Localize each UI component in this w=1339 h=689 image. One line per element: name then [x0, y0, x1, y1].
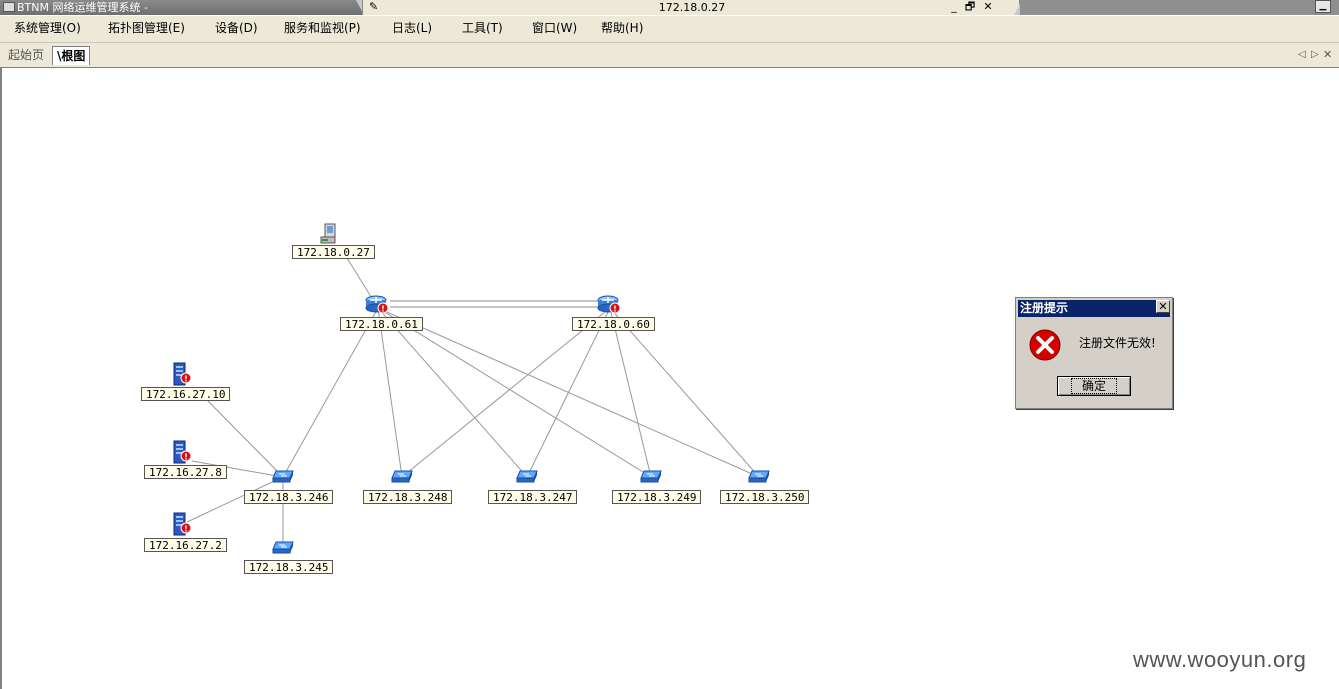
switch-icon[interactable] [272, 541, 294, 558]
menu-service-monitor[interactable]: 服务和监视(P) [284, 20, 361, 36]
title-right-area: ▁ [1020, 0, 1339, 15]
svg-text:!: ! [184, 375, 188, 384]
menu-help[interactable]: 帮助(H) [601, 20, 643, 36]
link-r2-sw247 [526, 307, 611, 478]
router-icon[interactable]: ! [365, 294, 391, 319]
app-title-area: BTNM 网络运维管理系统 - [0, 0, 362, 15]
menu-device[interactable]: 设备(D) [215, 20, 258, 36]
restore-button[interactable]: 🗗 [963, 0, 977, 14]
node-label[interactable]: 172.18.3.250 [720, 490, 810, 504]
app-minimize-button[interactable]: ▁ [1315, 0, 1331, 13]
dialog-title: 注册提示 [1018, 300, 1170, 317]
node-label[interactable]: 172.16.27.2 [144, 538, 227, 552]
app-title: BTNM 网络运维管理系统 - [17, 1, 148, 14]
watermark: www.wooyun.org [1133, 647, 1307, 672]
document-title-area: ✎ 172.18.0.27 _ 🗗 ✕ [362, 0, 1020, 15]
router-icon[interactable]: ! [597, 294, 623, 319]
menu-bar: 系统管理(O) 拓扑图管理(E) 设备(D) 服务和监视(P) 日志(L) 工具… [0, 16, 1339, 43]
dialog-message: 注册文件无效! [1079, 336, 1156, 350]
link-r1-sw246 [282, 307, 379, 478]
tab-close-icon[interactable]: ✕ [1323, 49, 1332, 61]
link-r1-sw249 [377, 307, 652, 478]
link-r2-sw250 [609, 307, 760, 478]
document-title: 172.18.0.27 [658, 1, 726, 14]
svg-text:!: ! [184, 453, 188, 462]
menu-window[interactable]: 窗口(W) [532, 20, 577, 36]
menu-system[interactable]: 系统管理(O) [14, 20, 81, 36]
tab-next-icon[interactable]: ▷ [1311, 49, 1319, 61]
svg-text:!: ! [184, 525, 188, 534]
tab-start-page[interactable]: 起始页 [4, 46, 48, 65]
link-r2-sw249 [609, 307, 652, 478]
svg-text:!: ! [381, 305, 385, 314]
node-label[interactable]: 172.18.0.61 [340, 317, 423, 331]
node-label[interactable]: 172.18.3.249 [612, 490, 702, 504]
tab-root-map[interactable]: \根图 [52, 46, 91, 65]
menu-tools[interactable]: 工具(T) [462, 20, 503, 36]
switch-icon[interactable] [640, 470, 662, 487]
link-r1-sw247 [377, 307, 528, 478]
node-label[interactable]: 172.18.0.27 [292, 245, 375, 259]
node-label[interactable]: 172.18.3.245 [244, 560, 334, 574]
node-label[interactable]: 172.18.0.60 [572, 317, 655, 331]
menu-log[interactable]: 日志(L) [392, 20, 432, 36]
error-icon [1029, 329, 1061, 361]
dialog-ok-label: 确定 [1070, 378, 1117, 394]
register-dialog: 注册提示 ✕ 注册文件无效! 确定 [1015, 297, 1173, 409]
menu-topology[interactable]: 拓扑图管理(E) [108, 20, 185, 36]
app-icon [3, 2, 15, 12]
switch-icon[interactable] [272, 470, 294, 487]
dialog-ok-button[interactable]: 确定 [1057, 376, 1131, 396]
switch-icon[interactable] [516, 470, 538, 487]
link-r1-sw248 [377, 307, 403, 478]
node-label[interactable]: 172.16.27.10 [141, 387, 231, 401]
link-r2-sw248 [401, 307, 611, 478]
tab-bar: 起始页 \根图 ◁ ▷ ✕ [0, 43, 1339, 68]
close-button[interactable]: ✕ [981, 0, 995, 14]
node-label[interactable]: 172.18.3.248 [363, 490, 453, 504]
node-label[interactable]: 172.16.27.8 [144, 465, 227, 479]
minimize-button[interactable]: _ [947, 0, 961, 14]
switch-icon[interactable] [391, 470, 413, 487]
server-icon[interactable]: ! [171, 512, 193, 541]
dialog-close-button[interactable]: ✕ [1156, 300, 1170, 313]
node-label[interactable]: 172.18.3.246 [244, 490, 334, 504]
node-label[interactable]: 172.18.3.247 [488, 490, 578, 504]
switch-icon[interactable] [748, 470, 770, 487]
tab-prev-icon[interactable]: ◁ [1298, 49, 1306, 61]
title-bar: BTNM 网络运维管理系统 - ✎ 172.18.0.27 _ 🗗 ✕ ▁ [0, 0, 1339, 15]
svg-text:!: ! [613, 305, 617, 314]
